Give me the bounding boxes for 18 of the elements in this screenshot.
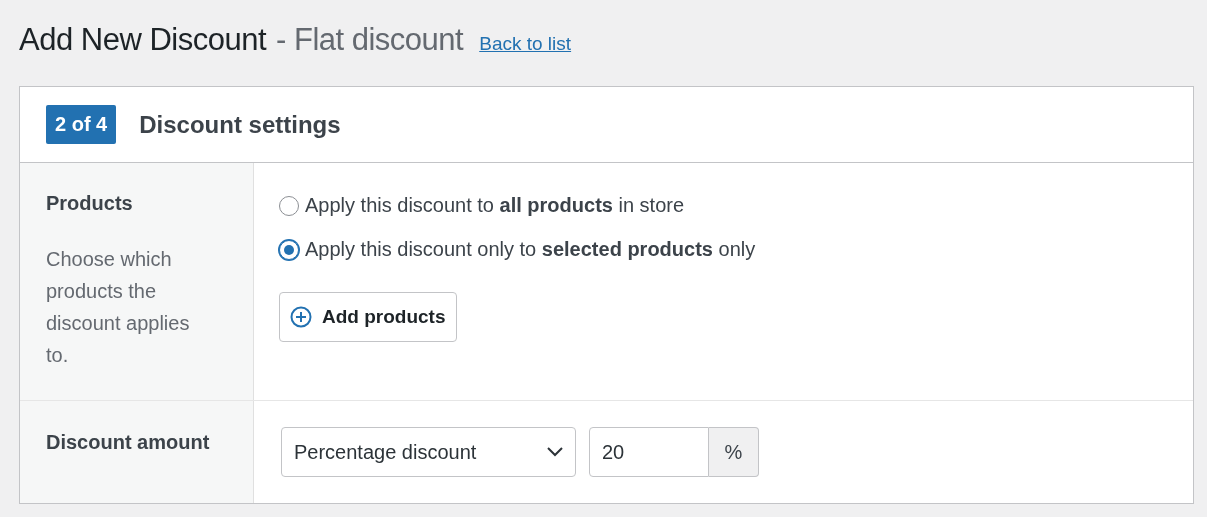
radio-label: Apply this discount only to selected products only [305,238,756,261]
step-badge: 2 of 4 [46,105,117,144]
radio-button[interactable] [279,239,299,260]
amount-input[interactable]: 20 [589,427,709,477]
add-products-button[interactable]: Add products [279,292,457,342]
chevron-down-icon [547,447,563,457]
plus-circle-icon [290,306,312,328]
row-label: Discount amount [46,431,211,454]
back-link[interactable]: Back to list [479,33,572,55]
unit-addon: % [709,427,759,477]
discount-type-select[interactable]: Percentage discount [281,427,576,477]
radio-label: Apply this discount to all products in store [305,194,685,217]
page-title: Add New Discount [19,22,266,58]
row-description: Choose which products the discount applies to. [46,247,191,368]
row-label: Products [46,192,134,215]
page-subtitle: - Flat discount [276,22,464,58]
radio-button[interactable] [279,195,299,216]
section-title: Discount settings [139,110,341,139]
